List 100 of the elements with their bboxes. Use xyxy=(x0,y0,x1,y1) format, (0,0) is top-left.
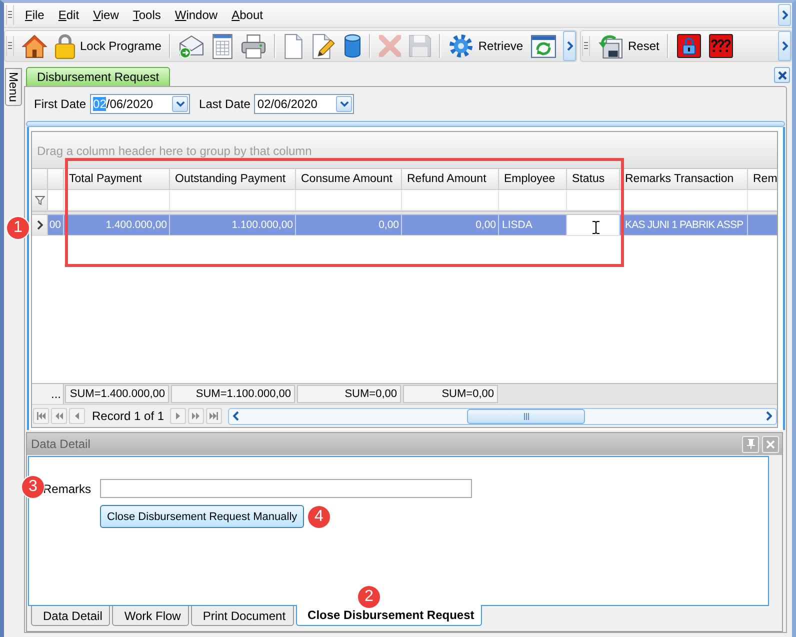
document-tab[interactable]: Disbursement Request xyxy=(26,67,170,86)
chevron-icon xyxy=(36,220,42,230)
overflow-button[interactable] xyxy=(778,4,791,26)
table-cell: 0,00 xyxy=(402,215,499,235)
dropdown-button[interactable] xyxy=(172,96,188,112)
horizontal-scrollbar[interactable] xyxy=(228,408,777,424)
double-right-icon xyxy=(191,412,202,420)
date-text: 02 xyxy=(93,96,106,110)
footer-ellipsis: ... xyxy=(32,384,64,404)
pin-button[interactable] xyxy=(742,436,759,452)
panel-tab[interactable]: Print Document xyxy=(190,606,294,626)
table-cell: 0,00 xyxy=(296,215,402,235)
pencil-document-icon xyxy=(311,34,336,58)
annotation-marker: 2 xyxy=(358,586,380,608)
sum-value: SUM=0,00 xyxy=(297,385,401,403)
chevron-down-icon xyxy=(176,100,185,106)
overflow-button[interactable] xyxy=(563,31,576,61)
column-header[interactable]: Rem xyxy=(748,169,777,189)
close-request-button[interactable]: Close Disbursement Request Manually xyxy=(100,505,304,528)
annotation-marker: 4 xyxy=(308,506,330,528)
reset-button[interactable]: Reset xyxy=(594,32,664,60)
cross-icon xyxy=(379,35,402,57)
sum-value: SUM=1.100.000,00 xyxy=(171,385,295,403)
sum-value: SUM=1.400.000,00 xyxy=(65,385,169,403)
close-icon xyxy=(766,440,775,448)
previous-record-button[interactable] xyxy=(69,408,85,424)
menu-item[interactable]: About xyxy=(224,6,270,24)
annotation-marker: 1 xyxy=(7,217,29,239)
chevron-icon xyxy=(566,41,572,51)
question-mark-icon xyxy=(709,34,734,58)
table-cell: 00 xyxy=(48,215,64,235)
retrieve-button[interactable]: Retrieve xyxy=(445,32,528,60)
side-tab[interactable]: Menu xyxy=(5,68,22,106)
menu-item[interactable]: Window xyxy=(168,6,225,24)
printer-icon xyxy=(241,34,266,58)
text-cursor-icon xyxy=(592,221,600,234)
field-label: First Date xyxy=(34,96,86,110)
date-text: /06/2020 xyxy=(106,96,154,110)
grip-icon[interactable] xyxy=(6,5,14,25)
previous-page-button[interactable] xyxy=(51,408,67,424)
scrollbar-thumb[interactable] xyxy=(467,408,586,424)
date-field[interactable]: 02/06/2020 xyxy=(90,94,190,114)
panel-tab[interactable]: Work Flow xyxy=(112,606,189,626)
menu-item[interactable]: Tools xyxy=(126,6,168,24)
skip-last-icon xyxy=(209,412,220,420)
table-cell: KAS JUNI 1 PABRIK ASSP xyxy=(620,215,748,235)
chevron-icon xyxy=(782,41,788,51)
column-header[interactable]: Status xyxy=(567,169,620,189)
funnel-icon xyxy=(34,196,44,204)
next-page-button[interactable] xyxy=(188,408,204,424)
chevron-left-icon xyxy=(233,411,240,421)
sum-value: SUM=0,00 xyxy=(403,385,498,403)
column-header[interactable]: Outstanding Payment xyxy=(170,169,296,189)
skip-first-icon xyxy=(36,412,46,420)
column-header[interactable]: Total Payment xyxy=(64,169,170,189)
panel-tab[interactable]: Data Detail xyxy=(31,606,110,626)
record-counter: Record 1 of 1 xyxy=(92,409,164,423)
document-stack-icon xyxy=(598,34,623,58)
pin-icon xyxy=(746,439,754,449)
date-text: 02/06/2020 xyxy=(257,96,318,110)
group-hint-text: Drag a column header here to group by that column xyxy=(37,144,312,158)
remarks-field[interactable] xyxy=(100,479,472,498)
date-field[interactable]: 02/06/2020 xyxy=(254,94,354,114)
column-header[interactable]: Refund Amount xyxy=(402,169,499,189)
column-header[interactable]: Consume Amount xyxy=(296,169,402,189)
column-header[interactable]: Remarks Transaction xyxy=(620,169,748,189)
dropdown-button[interactable] xyxy=(336,96,352,112)
chevron-icon xyxy=(766,411,772,421)
lock-program-button[interactable]: Lock Programe xyxy=(51,32,166,60)
envelope-icon xyxy=(179,34,204,58)
spreadsheet-icon xyxy=(212,34,234,58)
first-record-button[interactable] xyxy=(33,408,49,424)
chevron-down-icon xyxy=(340,100,349,106)
chevron-icon xyxy=(782,10,788,20)
gear-icon xyxy=(449,34,474,58)
column-header[interactable]: Employee xyxy=(499,169,567,189)
field-label: Remarks xyxy=(42,482,91,496)
menu-item[interactable]: View xyxy=(86,6,126,24)
panel-title: Data Detail xyxy=(31,437,90,451)
last-record-button[interactable] xyxy=(206,408,222,424)
table-cell: 1.100.000,00 xyxy=(170,215,296,235)
menu-item[interactable]: File xyxy=(18,6,52,24)
panel-tab[interactable]: Close Disbursement Request xyxy=(296,605,482,626)
grip-lines-icon xyxy=(524,412,529,420)
close-icon xyxy=(778,70,786,80)
database-icon xyxy=(344,34,362,58)
filter-button[interactable] xyxy=(32,190,48,210)
close-button[interactable] xyxy=(774,67,790,83)
overflow-button[interactable] xyxy=(778,31,791,61)
double-left-icon xyxy=(54,412,64,420)
next-record-button[interactable] xyxy=(170,408,186,424)
annotation-marker: 3 xyxy=(22,476,44,498)
table-cell: 1.400.000,00 xyxy=(64,215,170,235)
home-icon xyxy=(22,34,47,58)
padlock-tile-icon xyxy=(677,34,702,58)
refresh-window-icon xyxy=(531,34,556,58)
document-icon xyxy=(284,34,304,58)
field-label: Last Date xyxy=(199,96,250,110)
padlock-icon xyxy=(55,34,75,58)
menu-item[interactable]: Edit xyxy=(51,6,86,24)
